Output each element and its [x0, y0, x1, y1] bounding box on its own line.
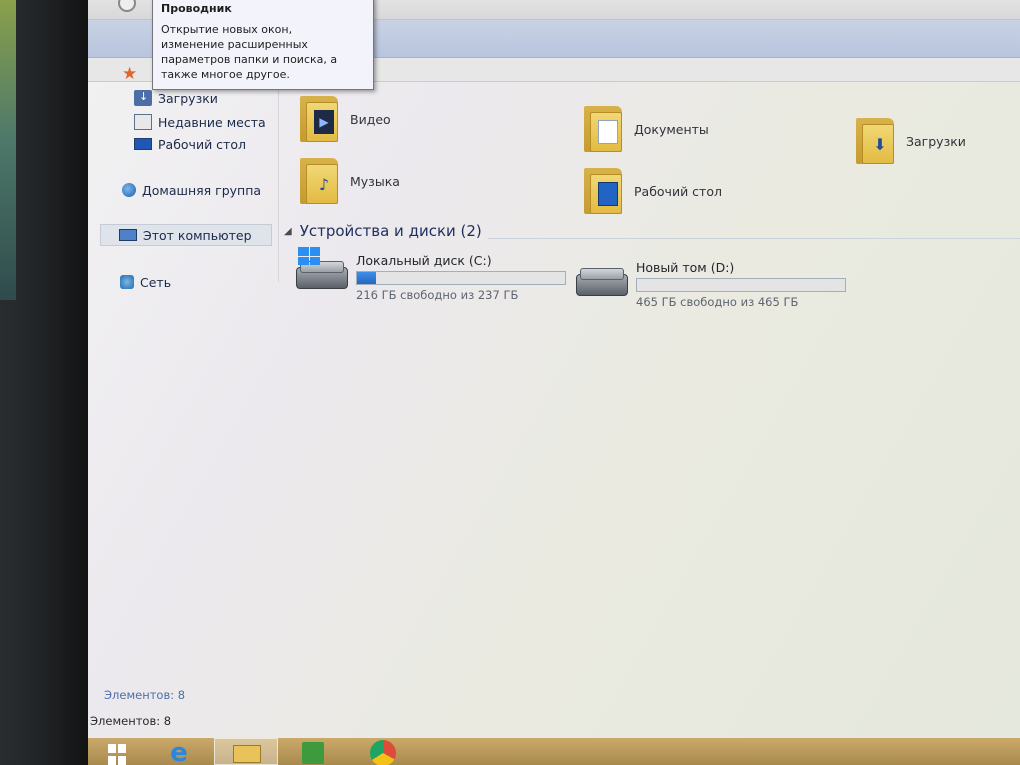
navigation-pane: Загрузки Недавние места Рабочий стол Дом…: [88, 64, 278, 682]
star-icon: [122, 64, 140, 84]
drive-free-space: 216 ГБ свободно из 237 ГБ: [356, 288, 519, 302]
sidebar-item-this-pc[interactable]: Этот компьютер: [100, 224, 272, 246]
hard-drive-icon: [576, 260, 630, 300]
tooltip-text-line: изменение расширенных: [161, 38, 308, 51]
tooltip-title: Проводник: [161, 2, 232, 15]
pane-divider[interactable]: [278, 82, 279, 282]
windows-drive-icon: [296, 247, 350, 293]
downloads-icon: [134, 90, 152, 106]
internet-explorer-icon[interactable]: e: [164, 738, 194, 765]
file-explorer-taskbar-button[interactable]: [214, 738, 278, 765]
store-icon[interactable]: [298, 738, 328, 765]
documents-folder-icon: [584, 106, 622, 152]
section-title: Устройства и диски (2): [299, 222, 482, 240]
drive-free-space: 465 ГБ свободно из 465 ГБ: [636, 295, 799, 309]
start-button[interactable]: [102, 738, 132, 765]
sidebar-item-favorites[interactable]: [122, 64, 146, 86]
tooltip-text-line: Открытие новых окон,: [161, 23, 293, 36]
network-icon: [120, 275, 134, 289]
drive-c[interactable]: Локальный диск (C:) 216 ГБ свободно из 2…: [296, 247, 566, 302]
explorer-tooltip: Проводник Открытие новых окон, изменение…: [152, 0, 374, 90]
section-divider: [488, 238, 1020, 239]
sidebar-item-homegroup[interactable]: Домашняя группа: [122, 179, 261, 201]
sidebar-item-label: Недавние места: [158, 114, 266, 130]
folder-desktop[interactable]: Рабочий стол: [584, 168, 722, 214]
tooltip-text-line: также многое другое.: [161, 68, 290, 81]
recent-places-icon: [134, 114, 152, 130]
tooltip-text-line: параметров папки и поиска, а: [161, 53, 338, 66]
back-button[interactable]: [118, 0, 136, 12]
background-poster: [0, 0, 16, 300]
video-folder-icon: ▶: [300, 96, 338, 142]
chrome-icon[interactable]: [368, 738, 398, 765]
folder-documents[interactable]: Документы: [584, 106, 709, 152]
music-folder-icon: ♪: [300, 158, 338, 204]
sidebar-item-downloads[interactable]: Загрузки: [134, 87, 218, 109]
downloads-folder-icon: ⬇: [856, 118, 894, 164]
sidebar-item-label: Сеть: [140, 274, 172, 290]
taskbar: e: [88, 738, 1020, 765]
folder-label: Загрузки: [906, 133, 966, 149]
computer-icon: [119, 229, 137, 241]
folder-label: Рабочий стол: [634, 183, 722, 199]
explorer-window: Проводник Открытие новых окон, изменение…: [88, 0, 1020, 738]
folder-music[interactable]: ♪ Музыка: [300, 158, 400, 204]
folder-downloads[interactable]: ⬇ Загрузки: [856, 118, 966, 164]
screen-bezel: [0, 0, 92, 765]
sidebar-item-recent-places[interactable]: Недавние места: [134, 111, 266, 133]
folder-label: Видео: [350, 111, 391, 127]
drive-name: Локальный диск (C:): [356, 253, 492, 268]
sidebar-item-label: Домашняя группа: [142, 182, 262, 198]
drive-d[interactable]: Новый том (D:) 465 ГБ свободно из 465 ГБ: [576, 260, 846, 309]
desktop-folder-icon: [584, 168, 622, 214]
status-bar-text: Элементов: 8: [90, 714, 172, 728]
sidebar-item-label: Загрузки: [158, 90, 218, 106]
sidebar-item-label: Рабочий стол: [158, 136, 246, 152]
folder-label: Музыка: [350, 173, 400, 189]
folder-video[interactable]: ▶ Видео: [300, 96, 391, 142]
sidebar-item-network[interactable]: Сеть: [120, 271, 171, 293]
drive-usage-fill: [357, 272, 376, 284]
desktop-icon: [134, 138, 152, 150]
folder-label: Документы: [634, 121, 709, 137]
sidebar-item-label: Этот компьютер: [143, 227, 252, 243]
drive-usage-bar: [636, 278, 846, 292]
devices-section-header[interactable]: ◢ Устройства и диски (2): [284, 222, 482, 240]
collapse-arrow-icon[interactable]: ◢: [284, 226, 292, 237]
drive-name: Новый том (D:): [636, 260, 735, 275]
nav-status-text: Элементов: 8: [104, 688, 186, 702]
sidebar-item-desktop[interactable]: Рабочий стол: [134, 133, 246, 155]
drive-usage-bar: [356, 271, 566, 285]
homegroup-icon: [122, 183, 136, 197]
